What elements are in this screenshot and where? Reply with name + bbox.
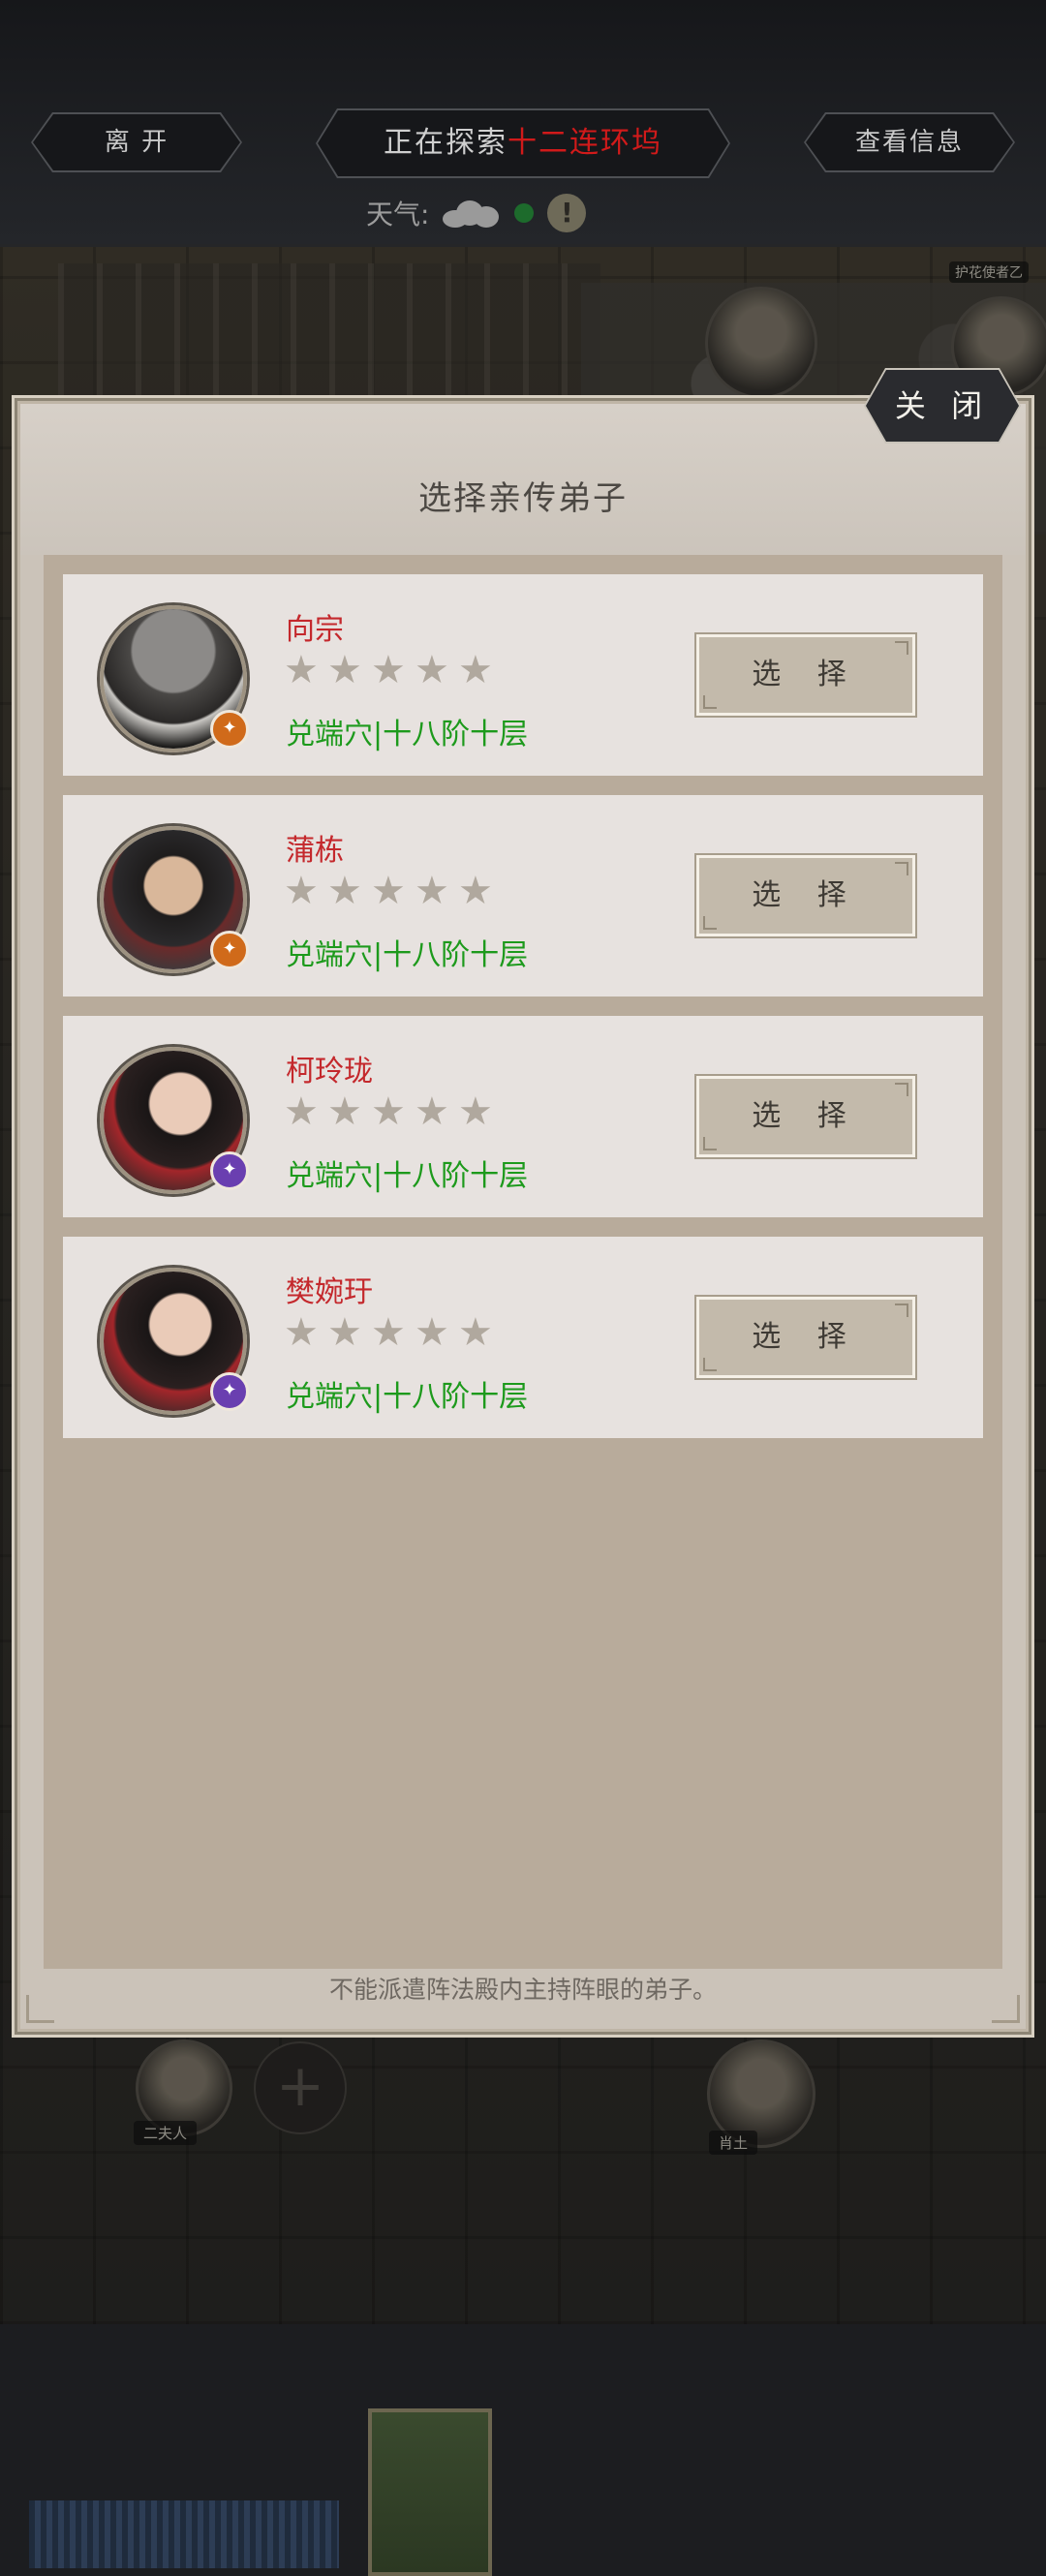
star-icon: ★	[371, 1310, 406, 1355]
close-button[interactable]: 关 闭	[864, 368, 1021, 444]
star-rating: ★ ★ ★ ★ ★	[284, 648, 495, 692]
star-rating: ★ ★ ★ ★ ★	[284, 1310, 495, 1355]
disciple-name: 蒲栋	[286, 834, 344, 868]
star-rating: ★ ★ ★ ★ ★	[284, 1089, 495, 1134]
footer-note: 不能派遣阵法殿内主持阵眼的弟子。	[328, 1976, 717, 2004]
star-icon: ★	[458, 869, 493, 913]
disciple-card: ✦ 向宗 ★ ★ ★ ★ ★ 兑端穴|十八阶十层 选 择	[63, 574, 983, 776]
star-icon: ★	[371, 869, 406, 913]
select-button[interactable]: 选 择	[696, 1297, 915, 1378]
disciple-list: ✦ 向宗 ★ ★ ★ ★ ★ 兑端穴|十八阶十层 选 择 ✦ 蒲栋 ★ ★ ★	[44, 555, 1002, 1969]
disciple-card: ✦ 蒲栋 ★ ★ ★ ★ ★ 兑端穴|十八阶十层 选 择	[63, 795, 983, 997]
leave-button[interactable]: 离 开	[31, 112, 242, 172]
select-button[interactable]: 选 择	[696, 634, 915, 716]
view-info-label: 查看信息	[806, 114, 1013, 170]
weather-label: 天气:	[366, 199, 430, 230]
star-icon: ★	[284, 1089, 319, 1134]
disciple-realm: 兑端穴|十八阶十层	[286, 1380, 529, 1414]
star-icon: ★	[284, 869, 319, 913]
view-info-button[interactable]: 查看信息	[804, 112, 1015, 172]
select-disciple-dialog: 选择亲传弟子 ✦ 向宗 ★ ★ ★ ★ ★ 兑端穴|十八阶十层 选 择 ✦ 蒲栋…	[17, 401, 1029, 2032]
select-button[interactable]: 选 择	[696, 1076, 915, 1157]
star-rating: ★ ★ ★ ★ ★	[284, 869, 495, 913]
star-icon: ★	[415, 869, 449, 913]
disciple-card: ✦ 樊婉玗 ★ ★ ★ ★ ★ 兑端穴|十八阶十层 选 择	[63, 1237, 983, 1438]
star-icon: ★	[371, 1089, 406, 1134]
element-badge-icon: ✦	[210, 1151, 249, 1190]
star-icon: ★	[371, 648, 406, 692]
exploring-banner: 正在探索十二连环坞	[316, 108, 730, 178]
star-icon: ★	[415, 648, 449, 692]
star-icon: ★	[458, 1310, 493, 1355]
star-icon: ★	[458, 648, 493, 692]
disciple-card: ✦ 柯玲珑 ★ ★ ★ ★ ★ 兑端穴|十八阶十层 选 择	[63, 1016, 983, 1217]
exploring-location: 十二连环坞	[508, 126, 662, 160]
star-icon: ★	[327, 1089, 362, 1134]
warning-icon[interactable]: !	[547, 194, 587, 232]
element-badge-icon: ✦	[210, 1372, 249, 1411]
disciple-name: 柯玲珑	[286, 1055, 373, 1089]
leave-button-label: 离 开	[33, 114, 240, 170]
close-button-label: 关 闭	[866, 370, 1019, 442]
element-badge-icon: ✦	[210, 710, 249, 749]
disciple-realm: 兑端穴|十八阶十层	[286, 718, 529, 751]
element-badge-icon: ✦	[210, 931, 249, 969]
garden-patch	[368, 2408, 492, 2576]
disciple-name: 樊婉玗	[286, 1275, 373, 1309]
star-icon: ★	[284, 648, 319, 692]
disciple-realm: 兑端穴|十八阶十层	[286, 938, 529, 972]
cloud-icon	[443, 197, 501, 230]
disciple-name: 向宗	[286, 613, 344, 647]
top-bar: 离 开 正在探索十二连环坞 查看信息 天气: !	[0, 0, 1046, 247]
exploring-prefix: 正在探索	[384, 126, 508, 160]
star-icon: ★	[327, 1310, 362, 1355]
star-icon: ★	[284, 1310, 319, 1355]
dialog-title: 选择亲传弟子	[418, 479, 628, 518]
star-icon: ★	[415, 1089, 449, 1134]
star-icon: ★	[415, 1310, 449, 1355]
star-icon: ★	[327, 869, 362, 913]
star-icon: ★	[458, 1089, 493, 1134]
disciple-realm: 兑端穴|十八阶十层	[286, 1159, 529, 1193]
select-button[interactable]: 选 择	[696, 855, 915, 936]
water-pool	[29, 2500, 339, 2568]
status-dot-icon	[514, 203, 535, 223]
weather-indicator: 天气: !	[366, 190, 587, 236]
star-icon: ★	[327, 648, 362, 692]
